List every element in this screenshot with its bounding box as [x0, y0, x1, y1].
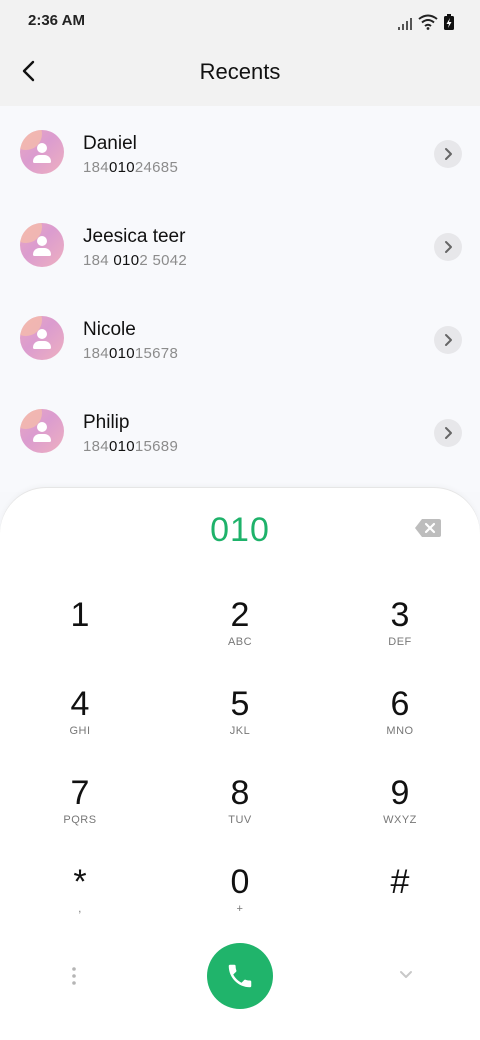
contact-avatar — [20, 316, 64, 360]
phone-icon — [228, 964, 252, 988]
dial-key-hash[interactable]: # — [340, 865, 460, 945]
dial-key-6[interactable]: 6 MNO — [340, 687, 460, 767]
dialed-number-display[interactable]: 010 — [0, 511, 480, 550]
contact-name: Nicole — [83, 319, 136, 340]
dialpad: 010 1 2 ABC 3 DEF 4 GHI 5 JKL 6 MNO 7 PQRS 8 TU… — [0, 488, 480, 1040]
status-time: 2:36 AM — [28, 12, 85, 29]
contact-details-button[interactable] — [434, 419, 462, 447]
contact-name: Jeesica teer — [83, 226, 186, 247]
dial-key-1[interactable]: 1 — [20, 598, 140, 678]
dial-key-5[interactable]: 5 JKL — [180, 687, 300, 767]
number-match-highlight: 010 — [108, 159, 135, 176]
status-bar: 2:36 AM — [0, 0, 480, 40]
battery-charging-icon — [444, 14, 454, 30]
page-title: Recents — [199, 59, 281, 84]
call-button[interactable] — [207, 943, 273, 1009]
wifi-icon — [418, 14, 438, 30]
contact-avatar — [20, 130, 64, 174]
backspace-button[interactable] — [414, 518, 442, 538]
backspace-icon — [415, 519, 441, 537]
recent-contact-row[interactable]: Daniel 18401024685 — [0, 106, 480, 199]
dial-key-3[interactable]: 3 DEF — [340, 598, 460, 678]
app-header: Recents — [0, 40, 480, 106]
recent-contact-row[interactable]: Philip 18401015689 — [0, 385, 480, 478]
recent-contact-row[interactable]: Nicole 18401015678 — [0, 292, 480, 385]
chevron-down-icon — [400, 971, 412, 978]
contact-number: 18401015678 — [83, 345, 179, 362]
contact-name: Daniel — [83, 133, 137, 154]
chevron-right-icon — [445, 334, 452, 346]
more-vertical-icon — [72, 967, 76, 985]
dial-key-7[interactable]: 7 PQRS — [20, 776, 140, 856]
number-match-highlight: 010 — [108, 345, 135, 362]
collapse-dialpad-button[interactable] — [396, 966, 416, 982]
status-icons — [398, 12, 454, 30]
contact-details-button[interactable] — [434, 140, 462, 168]
recent-contact-row[interactable]: Jeesica teer 184 0102 5042 — [0, 199, 480, 292]
dial-key-4[interactable]: 4 GHI — [20, 687, 140, 767]
contact-details-button[interactable] — [434, 326, 462, 354]
more-options-button[interactable] — [66, 966, 82, 986]
contact-details-button[interactable] — [434, 233, 462, 261]
contact-avatar — [20, 409, 64, 453]
chevron-right-icon — [445, 427, 452, 439]
dial-key-9[interactable]: 9 WXYZ — [340, 776, 460, 856]
contact-number: 18401015689 — [83, 438, 179, 455]
dial-key-star[interactable]: *, — [20, 865, 140, 945]
number-match-highlight: 010 — [108, 438, 135, 455]
recents-list: Daniel 18401024685 Jeesica teer 184 0102… — [0, 106, 480, 492]
dial-key-2[interactable]: 2 ABC — [180, 598, 300, 678]
contact-number: 18401024685 — [83, 159, 179, 176]
chevron-right-icon — [445, 241, 452, 253]
chevron-right-icon — [445, 148, 452, 160]
dial-key-8[interactable]: 8 TUV — [180, 776, 300, 856]
dial-key-0[interactable]: 0 + — [180, 865, 300, 945]
contact-name: Philip — [83, 412, 130, 433]
contact-number: 184 0102 5042 — [83, 252, 188, 269]
number-match-highlight: 010 — [113, 252, 140, 269]
contact-avatar — [20, 223, 64, 267]
signal-icon — [398, 18, 412, 30]
